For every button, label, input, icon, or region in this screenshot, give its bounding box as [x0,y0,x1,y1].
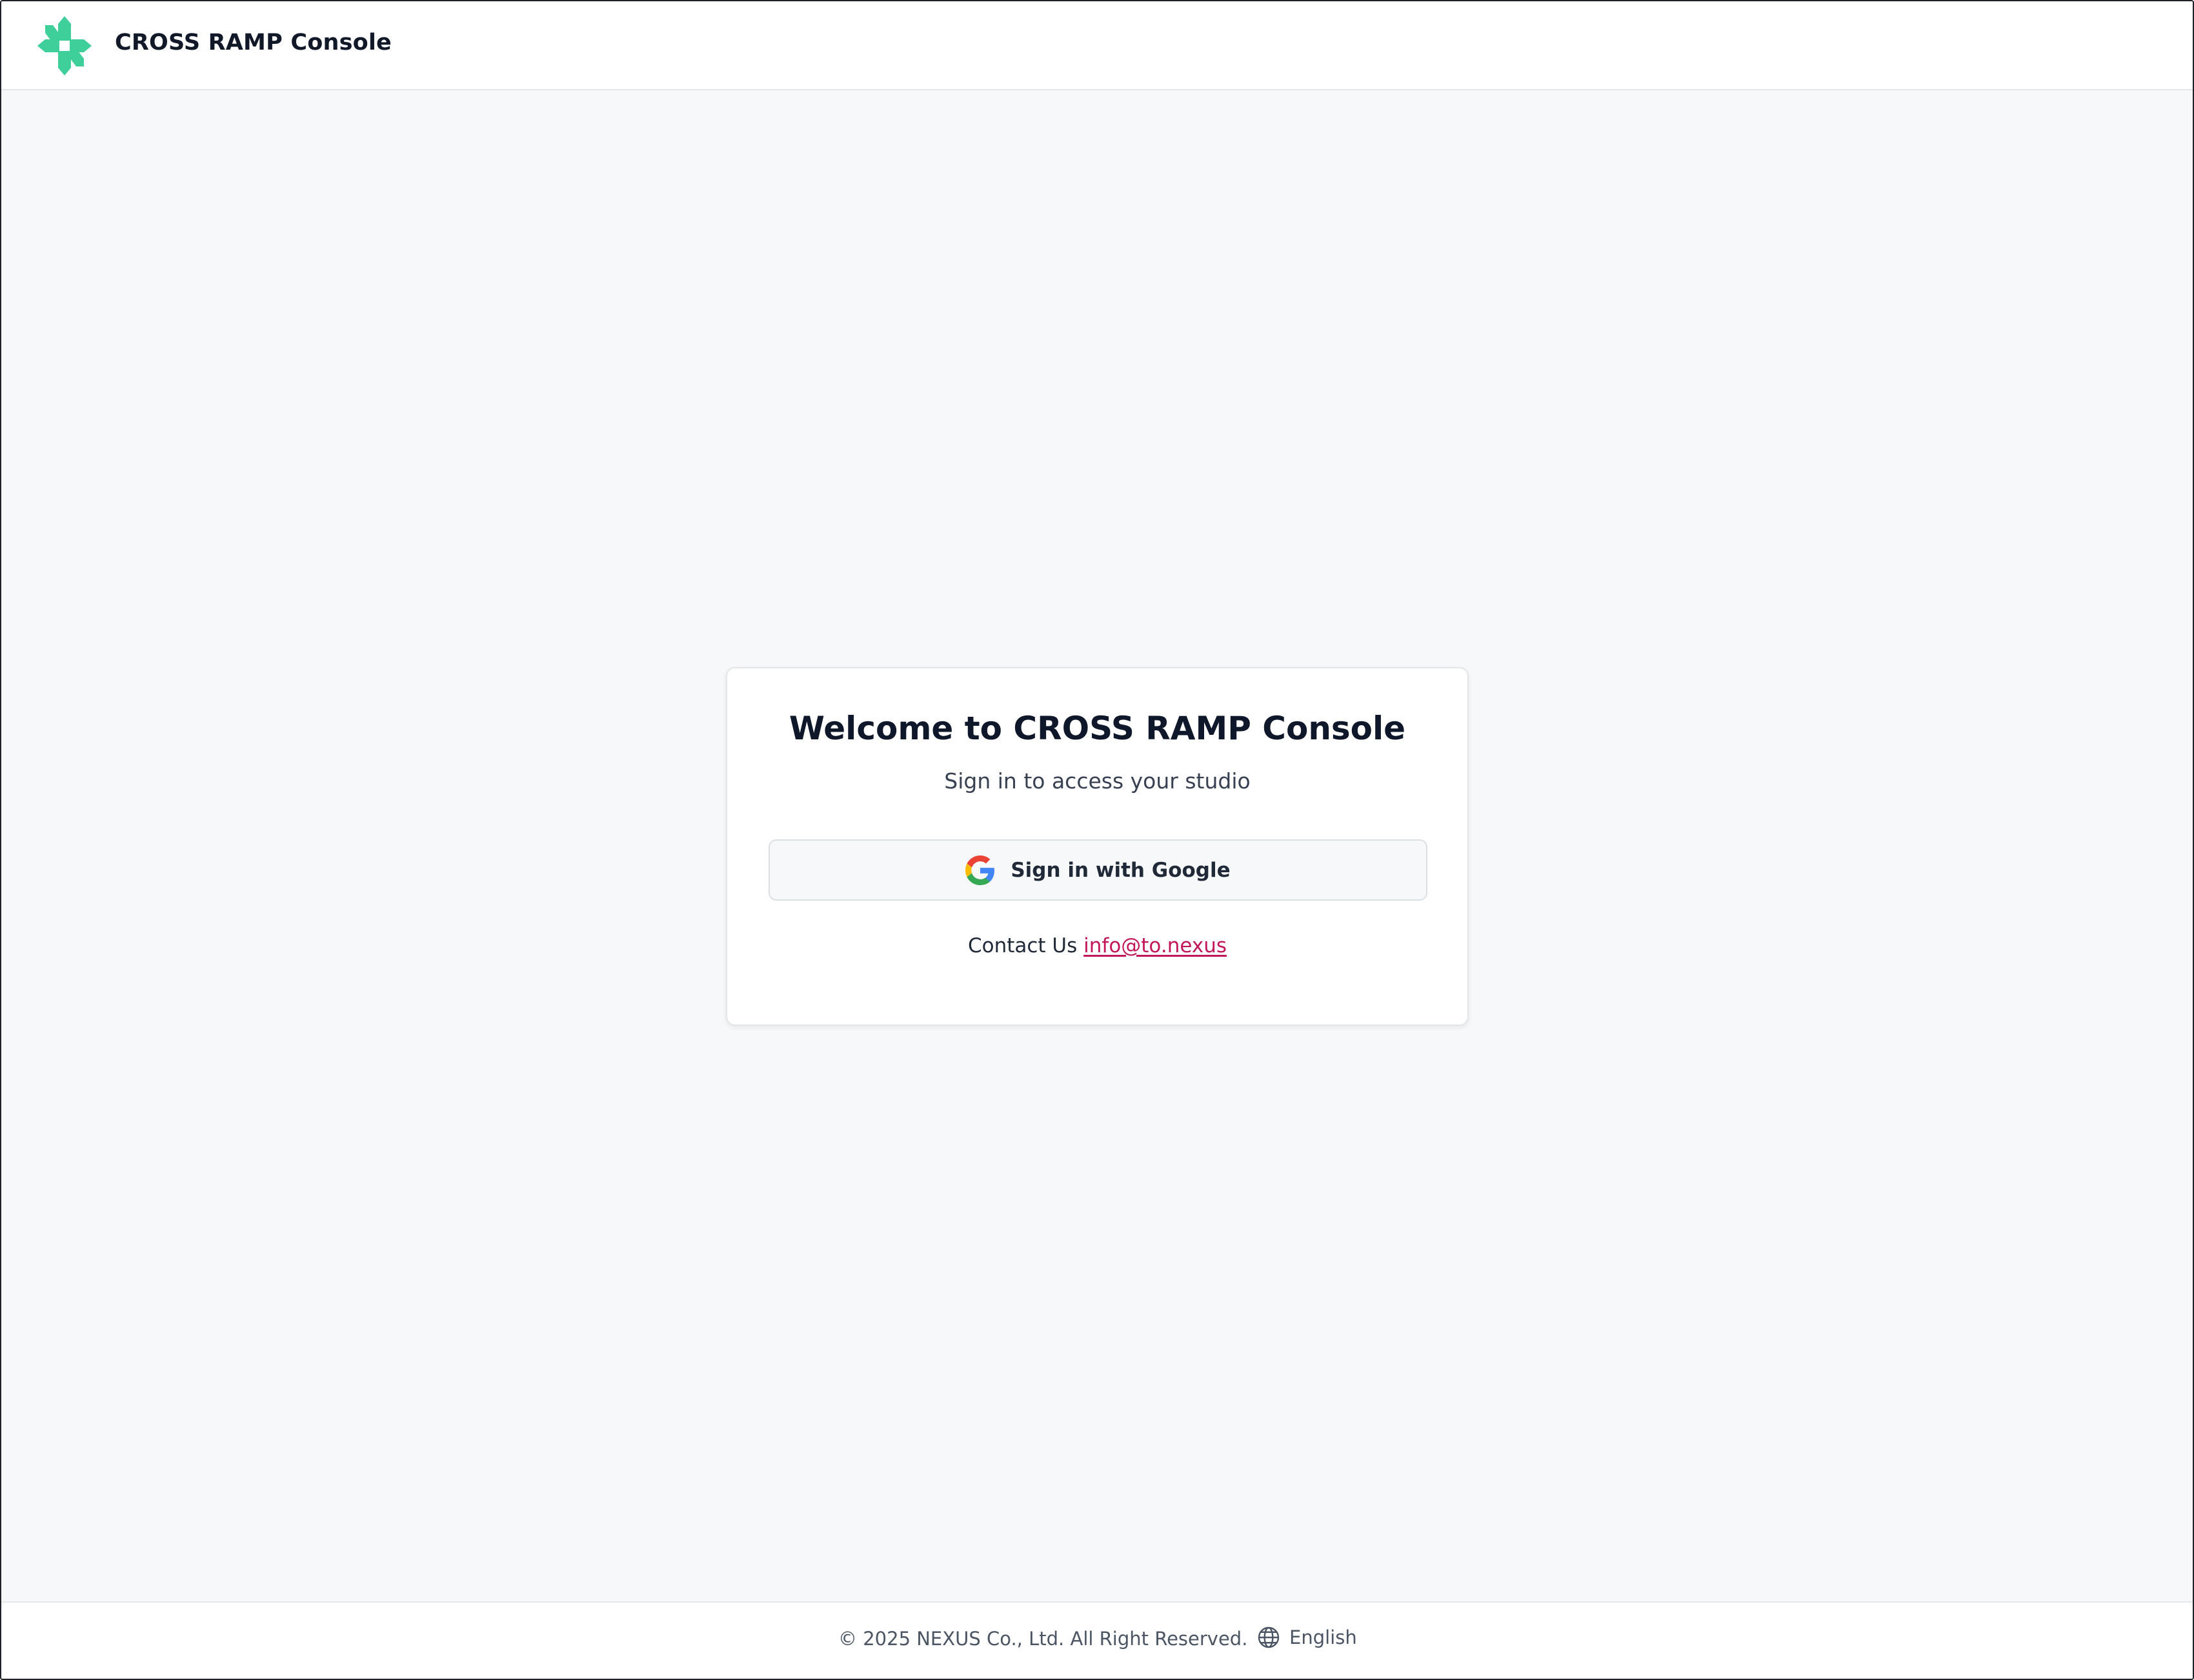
cross-ramp-logo-icon[interactable] [36,15,93,77]
top-navigation-bar: CROSS RAMP Console [1,1,2193,90]
app-title: CROSS RAMP Console [115,30,392,55]
welcome-heading: Welcome to CROSS RAMP Console [789,710,1406,747]
google-button-label: Sign in with Google [1011,858,1231,882]
contact-label: Contact Us [967,934,1078,957]
welcome-subtitle: Sign in to access your studio [944,768,1251,794]
page-footer: © 2025 NEXUS Co., Ltd. All Right Reserve… [1,1601,2193,1679]
language-selector[interactable]: English [1257,1623,1357,1652]
contact-email-link[interactable]: info@to.nexus [1083,934,1227,957]
language-label: English [1289,1626,1357,1648]
globe-icon [1258,1626,1280,1648]
google-button-content: Sign in with Google [770,841,1426,899]
sign-in-with-google-button[interactable]: Sign in with Google [769,839,1427,901]
contact-line: Contact Us info@to.nexus [727,934,1467,957]
app-window: CROSS RAMP Console Welcome to CROSS RAMP… [0,0,2194,1680]
login-card: Welcome to CROSS RAMP Console Sign in to… [726,667,1469,1026]
copyright-text: © 2025 NEXUS Co., Ltd. All Right Reserve… [838,1628,1248,1650]
google-g-icon [965,855,995,885]
